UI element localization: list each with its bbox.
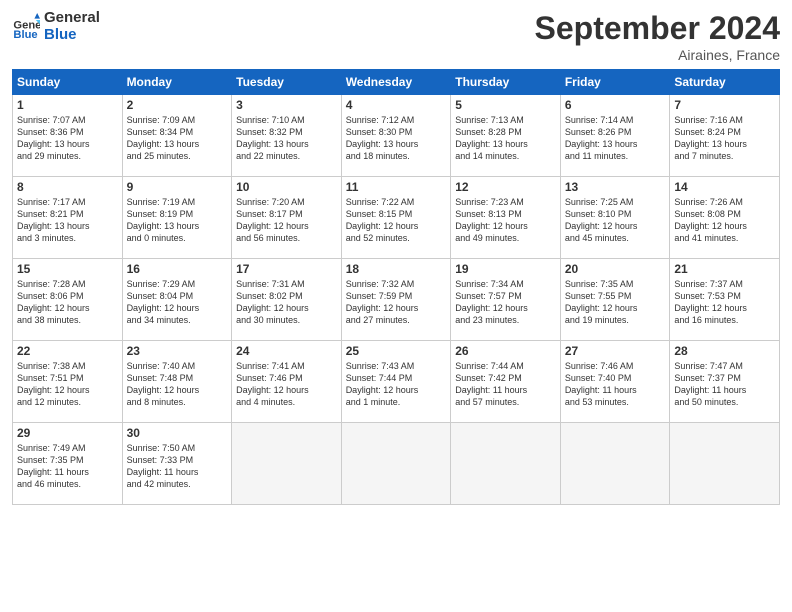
calendar-header: General Blue General Blue September 2024…	[12, 10, 780, 63]
cell-30: 30 Sunrise: 7:50 AMSunset: 7:33 PMDaylig…	[122, 423, 232, 505]
cell-14: 14 Sunrise: 7:26 AMSunset: 8:08 PMDaylig…	[670, 177, 780, 259]
cell-19: 19 Sunrise: 7:34 AMSunset: 7:57 PMDaylig…	[451, 259, 561, 341]
table-row: 22 Sunrise: 7:38 AMSunset: 7:51 PMDaylig…	[13, 341, 780, 423]
th-thursday: Thursday	[451, 70, 561, 95]
cell-1: 1 Sunrise: 7:07 AMSunset: 8:36 PMDayligh…	[13, 95, 123, 177]
cell-10: 10 Sunrise: 7:20 AMSunset: 8:17 PMDaylig…	[232, 177, 342, 259]
cell-9: 9 Sunrise: 7:19 AMSunset: 8:19 PMDayligh…	[122, 177, 232, 259]
cell-15: 15 Sunrise: 7:28 AMSunset: 8:06 PMDaylig…	[13, 259, 123, 341]
cell-21: 21 Sunrise: 7:37 AMSunset: 7:53 PMDaylig…	[670, 259, 780, 341]
cell-empty-5	[670, 423, 780, 505]
calendar-container: General Blue General Blue September 2024…	[0, 0, 792, 513]
th-monday: Monday	[122, 70, 232, 95]
th-sunday: Sunday	[13, 70, 123, 95]
cell-26: 26 Sunrise: 7:44 AMSunset: 7:42 PMDaylig…	[451, 341, 561, 423]
cell-25: 25 Sunrise: 7:43 AMSunset: 7:44 PMDaylig…	[341, 341, 451, 423]
cell-5: 5 Sunrise: 7:13 AMSunset: 8:28 PMDayligh…	[451, 95, 561, 177]
logo-text-general: General	[44, 10, 100, 27]
cell-3: 3 Sunrise: 7:10 AMSunset: 8:32 PMDayligh…	[232, 95, 342, 177]
logo-icon: General Blue	[12, 13, 40, 41]
cell-23: 23 Sunrise: 7:40 AMSunset: 7:48 PMDaylig…	[122, 341, 232, 423]
cell-17: 17 Sunrise: 7:31 AMSunset: 8:02 PMDaylig…	[232, 259, 342, 341]
cell-empty-4	[560, 423, 670, 505]
cell-4: 4 Sunrise: 7:12 AMSunset: 8:30 PMDayligh…	[341, 95, 451, 177]
table-row: 29 Sunrise: 7:49 AMSunset: 7:35 PMDaylig…	[13, 423, 780, 505]
cell-8: 8 Sunrise: 7:17 AMSunset: 8:21 PMDayligh…	[13, 177, 123, 259]
cell-24: 24 Sunrise: 7:41 AMSunset: 7:46 PMDaylig…	[232, 341, 342, 423]
th-wednesday: Wednesday	[341, 70, 451, 95]
cell-13: 13 Sunrise: 7:25 AMSunset: 8:10 PMDaylig…	[560, 177, 670, 259]
cell-6: 6 Sunrise: 7:14 AMSunset: 8:26 PMDayligh…	[560, 95, 670, 177]
calendar-table: Sunday Monday Tuesday Wednesday Thursday…	[12, 69, 780, 505]
calendar-header-row: Sunday Monday Tuesday Wednesday Thursday…	[13, 70, 780, 95]
cell-29: 29 Sunrise: 7:49 AMSunset: 7:35 PMDaylig…	[13, 423, 123, 505]
cell-22: 22 Sunrise: 7:38 AMSunset: 7:51 PMDaylig…	[13, 341, 123, 423]
cell-2: 2 Sunrise: 7:09 AMSunset: 8:34 PMDayligh…	[122, 95, 232, 177]
cell-11: 11 Sunrise: 7:22 AMSunset: 8:15 PMDaylig…	[341, 177, 451, 259]
cell-18: 18 Sunrise: 7:32 AMSunset: 7:59 PMDaylig…	[341, 259, 451, 341]
month-title: September 2024	[535, 10, 780, 47]
location: Airaines, France	[535, 47, 780, 63]
cell-16: 16 Sunrise: 7:29 AMSunset: 8:04 PMDaylig…	[122, 259, 232, 341]
cell-28: 28 Sunrise: 7:47 AMSunset: 7:37 PMDaylig…	[670, 341, 780, 423]
cell-empty-2	[341, 423, 451, 505]
logo: General Blue General Blue	[12, 10, 100, 43]
th-friday: Friday	[560, 70, 670, 95]
table-row: 8 Sunrise: 7:17 AMSunset: 8:21 PMDayligh…	[13, 177, 780, 259]
th-tuesday: Tuesday	[232, 70, 342, 95]
cell-7: 7 Sunrise: 7:16 AMSunset: 8:24 PMDayligh…	[670, 95, 780, 177]
table-row: 15 Sunrise: 7:28 AMSunset: 8:06 PMDaylig…	[13, 259, 780, 341]
cell-empty-3	[451, 423, 561, 505]
table-row: 1 Sunrise: 7:07 AMSunset: 8:36 PMDayligh…	[13, 95, 780, 177]
cell-12: 12 Sunrise: 7:23 AMSunset: 8:13 PMDaylig…	[451, 177, 561, 259]
title-block: September 2024 Airaines, France	[535, 10, 780, 63]
logo-text-blue: Blue	[44, 27, 100, 44]
cell-empty-1	[232, 423, 342, 505]
cell-27: 27 Sunrise: 7:46 AMSunset: 7:40 PMDaylig…	[560, 341, 670, 423]
svg-text:Blue: Blue	[13, 29, 37, 41]
cell-20: 20 Sunrise: 7:35 AMSunset: 7:55 PMDaylig…	[560, 259, 670, 341]
th-saturday: Saturday	[670, 70, 780, 95]
